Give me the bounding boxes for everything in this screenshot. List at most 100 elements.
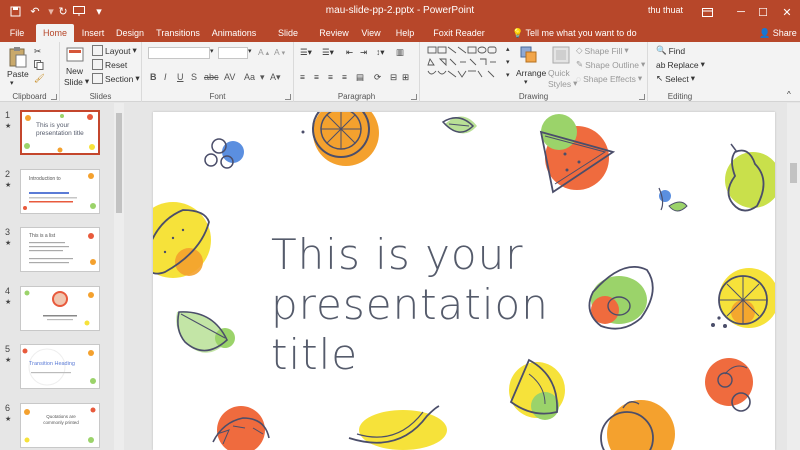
align-text-icon[interactable]: ⊟ — [390, 72, 397, 83]
arrange-icon[interactable] — [520, 46, 538, 66]
tab-insert[interactable]: Insert — [78, 24, 108, 42]
clipboard-launcher-icon[interactable] — [51, 94, 57, 100]
highlight-icon[interactable]: ▾ — [260, 72, 265, 83]
slide-thumbnail-6[interactable]: Quotations are commonly printed — [20, 403, 100, 448]
blueberries-illustration — [204, 138, 244, 169]
font-size-select[interactable] — [218, 47, 248, 59]
paste-dropdown-icon[interactable]: ▾ — [10, 79, 14, 87]
slide-title-line-1: This is your — [271, 230, 524, 279]
align-right-icon[interactable]: ≡ — [328, 72, 333, 82]
shapes-scroll-down-icon[interactable]: ▾ — [506, 58, 510, 66]
slide-thumbnail-4[interactable]: Insert — [20, 286, 100, 331]
underline-icon[interactable]: U — [177, 72, 184, 82]
tab-home[interactable]: Home — [36, 24, 74, 42]
editing-group-label: Editing — [667, 92, 693, 101]
decrease-font-icon[interactable]: A ▾ — [274, 47, 285, 57]
font-name-select[interactable] — [148, 47, 210, 59]
text-direction-icon[interactable]: ⟳ — [374, 72, 381, 83]
shadow-icon[interactable]: S — [191, 72, 197, 82]
tab-transitions[interactable]: Transitions — [153, 24, 203, 42]
slide-title[interactable]: This is your presentation title — [271, 230, 561, 380]
shape-effects-button[interactable]: ◌ Shape Effects ▾ — [576, 73, 642, 84]
magnifier-icon: 🔍 — [656, 45, 667, 55]
share-label: Share — [772, 28, 797, 38]
shapes-gallery[interactable] — [426, 45, 504, 87]
tab-animations[interactable]: Animations — [209, 24, 259, 42]
slide-thumbnail-2[interactable]: Introduction to — [20, 169, 100, 214]
scrollbar-thumb[interactable] — [116, 113, 122, 213]
tab-slide-show[interactable]: Slide Show — [266, 24, 310, 56]
slide-thumbnail-1[interactable]: This is your presentation title — [20, 110, 100, 155]
smartart-icon[interactable]: ⊞ — [402, 72, 409, 83]
copy-icon[interactable] — [34, 60, 44, 70]
layout-button[interactable]: Layout ▾ — [92, 45, 137, 56]
tab-review[interactable]: Review — [318, 24, 350, 42]
tab-design[interactable]: Design — [114, 24, 146, 42]
select-button[interactable]: ↖ Select ▾ — [656, 73, 695, 84]
replace-button[interactable]: ab Replace ▾ — [656, 59, 705, 70]
paragraph-launcher-icon[interactable] — [411, 94, 417, 100]
reset-button[interactable]: Reset — [92, 59, 127, 70]
arrange-dropdown-icon[interactable]: ▾ — [524, 78, 528, 86]
slide-scrollbar[interactable] — [787, 103, 800, 450]
bullets-icon[interactable]: ☰▾ — [300, 47, 312, 58]
scrollbar-thumb[interactable] — [790, 163, 797, 183]
chevron-down-icon: ▾ — [132, 45, 137, 55]
new-slide-button[interactable]: New — [66, 66, 83, 76]
font-size-dropdown-icon[interactable]: ▾ — [248, 47, 252, 55]
collapse-ribbon-icon[interactable]: ^ — [787, 90, 791, 99]
align-center-icon[interactable]: ≡ — [314, 72, 319, 82]
italic-icon[interactable]: I — [164, 72, 167, 82]
new-slide-dropdown[interactable]: Slide ▾ — [64, 76, 89, 87]
find-button[interactable]: 🔍 Find — [656, 45, 685, 56]
increase-indent-icon[interactable]: ⇥ — [360, 47, 367, 58]
orange-illustration — [312, 112, 379, 166]
paragraph-group-label: Paragraph — [337, 92, 376, 101]
drawing-launcher-icon[interactable] — [639, 94, 645, 100]
font-name-dropdown-icon[interactable]: ▾ — [210, 47, 214, 55]
shapes-scroll-up-icon[interactable]: ▴ — [506, 45, 510, 53]
font-color-icon[interactable]: A▾ — [270, 72, 281, 83]
user-name[interactable]: thu thuat — [648, 5, 683, 15]
shape-outline-button[interactable]: ✎ Shape Outline ▾ — [576, 59, 645, 70]
new-slide-icon[interactable] — [66, 46, 86, 66]
change-case-icon[interactable]: Aa — [244, 72, 255, 82]
line-spacing-icon[interactable]: ↕▾ — [376, 47, 385, 58]
format-painter-icon[interactable]: 🖌 — [34, 73, 45, 84]
slide-thumbnail-5[interactable]: Transition Heading — [20, 344, 100, 389]
cut-icon[interactable]: ✂ — [34, 46, 41, 57]
quick-styles-icon[interactable] — [552, 46, 570, 66]
bold-icon[interactable]: B — [150, 72, 157, 82]
arrange-button[interactable]: Arrange — [516, 68, 546, 78]
paste-icon[interactable] — [8, 46, 28, 70]
tab-foxit-reader-pdf[interactable]: Foxit Reader PDF — [425, 24, 493, 56]
decrease-indent-icon[interactable]: ⇤ — [346, 47, 353, 58]
slide-number: 5 — [5, 344, 11, 354]
lightbulb-icon: 💡 — [512, 28, 526, 38]
slide-thumbnail-3[interactable]: This is a list — [20, 227, 100, 272]
columns-dropdown-icon[interactable]: ▤ — [356, 72, 364, 83]
shapes-more-icon[interactable]: ▾ — [506, 71, 510, 79]
share-button[interactable]: 👤 Share — [759, 24, 797, 42]
ribbon-display-options-icon[interactable] — [690, 0, 724, 24]
close-button[interactable]: ✕ — [770, 0, 800, 24]
columns-icon[interactable]: ▥ — [396, 47, 404, 58]
thumbnails-scrollbar[interactable] — [114, 103, 124, 450]
section-button[interactable]: Section ▾ — [92, 73, 140, 84]
tab-view[interactable]: View — [358, 24, 384, 42]
slide-canvas[interactable]: This is your presentation title — [153, 112, 775, 450]
character-spacing-icon[interactable]: AV — [224, 72, 235, 82]
strikethrough-icon[interactable]: abc — [204, 72, 219, 82]
quick-styles-button[interactable]: Quick — [548, 68, 570, 78]
increase-font-icon[interactable]: A ▴ — [258, 47, 269, 57]
justify-icon[interactable]: ≡ — [342, 72, 347, 82]
quick-styles-dropdown[interactable]: Styles ▾ — [548, 78, 577, 89]
shape-fill-button[interactable]: ◇ Shape Fill ▾ — [576, 45, 629, 56]
align-left-icon[interactable]: ≡ — [300, 72, 305, 82]
paste-button[interactable]: Paste — [7, 69, 29, 79]
tab-help[interactable]: Help — [392, 24, 418, 42]
numbering-icon[interactable]: ☰▾ — [322, 47, 334, 58]
tell-me-search[interactable]: 💡 Tell me what you want to do — [512, 24, 637, 42]
tab-file[interactable]: File — [3, 24, 31, 42]
font-launcher-icon[interactable] — [285, 94, 291, 100]
